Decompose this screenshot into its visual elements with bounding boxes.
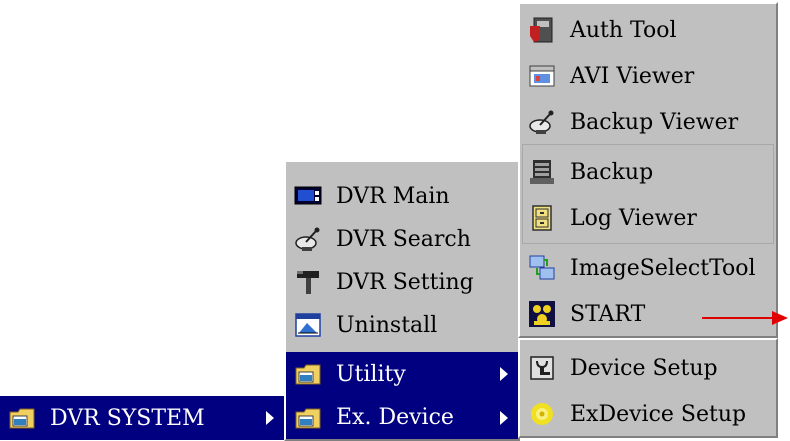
menu-item-backup[interactable]: Backup bbox=[520, 150, 776, 194]
menu-item-auth-tool[interactable]: Auth Tool bbox=[520, 8, 776, 52]
menu-item-label: DVR Setting bbox=[336, 269, 474, 295]
menu-item-label: Log Viewer bbox=[570, 205, 697, 231]
server-icon bbox=[530, 160, 554, 184]
menu-item-label: DVR SYSTEM bbox=[50, 405, 205, 431]
hammer-icon bbox=[297, 271, 319, 294]
menu-item-dvr-main[interactable]: DVR Main bbox=[286, 174, 518, 218]
exdevice-setup-icon bbox=[531, 403, 553, 425]
menu-item-label: Uninstall bbox=[336, 312, 438, 338]
auth-tool-icon bbox=[530, 17, 553, 43]
menu-item-label: ExDevice Setup bbox=[570, 401, 747, 427]
image-select-icon bbox=[529, 255, 555, 280]
satellite-dish-icon bbox=[295, 227, 320, 251]
menu-item-label: Backup Viewer bbox=[570, 109, 739, 135]
monitor-icon bbox=[294, 186, 322, 205]
pointer-arrow bbox=[702, 311, 788, 325]
menu-item-label: ImageSelectTool bbox=[570, 255, 756, 281]
start-menu-fragment: DVR SYSTEM bbox=[0, 396, 284, 441]
uninstall-icon bbox=[295, 313, 321, 337]
menu-item-ex-device[interactable]: Ex. Device bbox=[286, 396, 518, 439]
menu-item-uninstall[interactable]: Uninstall bbox=[286, 303, 518, 347]
program-group-icon bbox=[295, 408, 321, 428]
menu-item-label: Utility bbox=[336, 361, 406, 387]
utility-menu: Auth Tool AVI Viewer Backup Viewer Backu… bbox=[518, 2, 778, 338]
menu-item-label: Backup bbox=[570, 159, 654, 185]
menu-item-label: Device Setup bbox=[570, 355, 718, 381]
menu-item-dvr-setting[interactable]: DVR Setting bbox=[286, 260, 518, 304]
program-group-icon bbox=[9, 408, 35, 429]
menu-item-exdevice-setup[interactable]: ExDevice Setup bbox=[520, 392, 776, 436]
menu-item-label: AVI Viewer bbox=[570, 63, 695, 89]
menu-item-utility[interactable]: Utility bbox=[286, 352, 518, 396]
menu-item-label: Auth Tool bbox=[570, 17, 677, 43]
submenu-arrow-icon bbox=[266, 411, 274, 425]
start-icon bbox=[529, 301, 555, 327]
submenu-arrow-icon bbox=[500, 410, 508, 425]
submenu-arrow-icon bbox=[500, 367, 508, 381]
menu-item-imageselecttool[interactable]: ImageSelectTool bbox=[520, 246, 776, 290]
menu-item-avi-viewer[interactable]: AVI Viewer bbox=[520, 54, 776, 98]
menu-item-log-viewer[interactable]: Log Viewer bbox=[520, 196, 776, 240]
menu-item-dvr-system[interactable]: DVR SYSTEM bbox=[0, 396, 284, 440]
device-setup-icon bbox=[530, 356, 554, 380]
menu-item-backup-viewer[interactable]: Backup Viewer bbox=[520, 100, 776, 144]
menu-item-label: Ex. Device bbox=[336, 405, 454, 430]
ex-device-menu: Device Setup ExDevice Setup bbox=[518, 338, 778, 438]
satellite-dish-icon bbox=[529, 110, 554, 134]
file-cabinet-icon bbox=[532, 205, 552, 231]
dvr-system-menu: DVR Main DVR Search DVR Setting Uninstal… bbox=[284, 160, 520, 441]
menu-item-device-setup[interactable]: Device Setup bbox=[520, 346, 776, 390]
menu-item-label: DVR Search bbox=[336, 226, 471, 252]
avi-viewer-icon bbox=[529, 65, 555, 87]
menu-item-label: DVR Main bbox=[336, 183, 450, 209]
program-group-icon bbox=[295, 364, 321, 385]
menu-item-dvr-search[interactable]: DVR Search bbox=[286, 217, 518, 261]
